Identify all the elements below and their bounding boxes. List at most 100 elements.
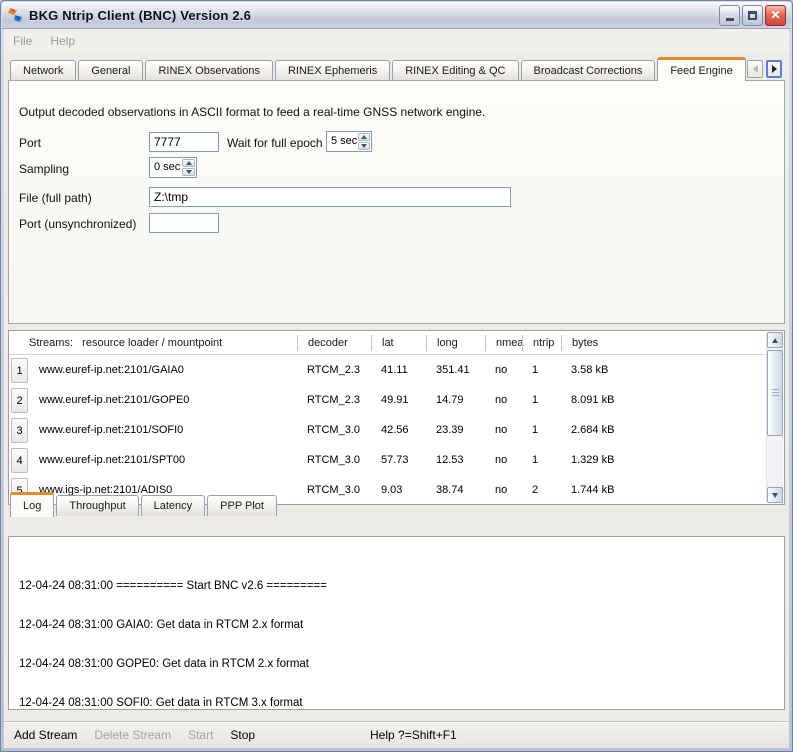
log-text: 12-04-24 08:31:00 ========== Start BNC v… [9, 537, 784, 710]
spin-up-button[interactable] [358, 133, 370, 141]
cell-bytes: 1.744 kB [561, 484, 784, 496]
scroll-grip-icon [772, 389, 779, 390]
column-header-decoder[interactable]: decoder [297, 335, 371, 351]
table-row[interactable]: 2 www.euref-ip.net:2101/GOPE0 RTCM_2.3 4… [9, 385, 784, 415]
cell-nmea: no [485, 424, 522, 436]
cell-nmea: no [485, 394, 522, 406]
cell-lat: 41.11 [371, 364, 426, 376]
port-unsynchronized-input[interactable] [149, 213, 219, 233]
cell-mountpoint: www.euref-ip.net:2101/SPT00 [31, 454, 297, 466]
row-number[interactable]: 4 [11, 448, 28, 473]
cell-lat: 42.56 [371, 424, 426, 436]
feed-engine-panel: Output decoded observations in ASCII for… [8, 80, 785, 324]
wait-for-full-epoch-value: 5 sec [327, 132, 357, 151]
spin-down-button[interactable] [182, 168, 195, 176]
help-shortcut-label: Help ?=Shift+F1 [370, 728, 457, 742]
stop-button[interactable]: Stop [230, 728, 255, 742]
column-header-lat[interactable]: lat [371, 335, 426, 351]
log-line: 12-04-24 08:31:00 GOPE0: Get data in RTC… [19, 658, 784, 671]
tab-log[interactable]: Log [10, 492, 54, 517]
sampling-label: Sampling [19, 162, 69, 176]
column-header-ntrip[interactable]: ntrip [522, 335, 561, 351]
maximize-button[interactable] [742, 5, 763, 26]
tab-rinex-observations[interactable]: RINEX Observations [145, 60, 272, 81]
log-tab-bar: Log Throughput Latency PPP Plot [10, 491, 279, 516]
table-row[interactable]: 1 www.euref-ip.net:2101/GAIA0 RTCM_2.3 4… [9, 355, 784, 385]
column-header-bytes[interactable]: bytes [561, 335, 784, 351]
port-unsynchronized-label: Port (unsynchronized) [19, 217, 136, 231]
tab-throughput[interactable]: Throughput [56, 495, 138, 516]
column-header-nmea[interactable]: nmea [485, 335, 522, 351]
scroll-thumb[interactable] [767, 350, 783, 436]
app-body: File Help Network General RINEX Observat… [4, 29, 789, 748]
cell-nmea: no [485, 454, 522, 466]
cell-bytes: 1.329 kB [561, 454, 784, 466]
row-number[interactable]: 1 [11, 358, 28, 383]
tab-rinex-ephemeris[interactable]: RINEX Ephemeris [275, 60, 390, 81]
cell-mountpoint: www.euref-ip.net:2101/GAIA0 [31, 364, 297, 376]
cell-lat: 9.03 [371, 484, 426, 496]
title-bar[interactable]: BKG Ntrip Client (BNC) Version 2.6 ✕ [2, 2, 791, 29]
port-input[interactable] [149, 132, 219, 152]
row-number[interactable]: 2 [11, 388, 28, 413]
tab-scroll-right-button[interactable] [766, 60, 782, 78]
table-scrollbar[interactable] [766, 332, 783, 503]
cell-decoder: RTCM_3.0 [297, 484, 371, 496]
bottom-button-bar: Add Stream Delete Stream Start Stop Help… [4, 721, 789, 748]
column-header-long[interactable]: long [426, 335, 485, 351]
row-number[interactable]: 3 [11, 418, 28, 443]
cell-bytes: 8.091 kB [561, 394, 784, 406]
panel-description: Output decoded observations in ASCII for… [19, 105, 485, 119]
cell-ntrip: 1 [522, 364, 561, 376]
arrow-down-icon [772, 493, 778, 498]
wait-for-full-epoch-label: Wait for full epoch [227, 136, 323, 150]
cell-decoder: RTCM_2.3 [297, 394, 371, 406]
cell-long: 14.79 [426, 394, 485, 406]
maximize-icon [748, 11, 757, 20]
streams-table-header: Streams: resource loader / mountpoint de… [9, 331, 784, 355]
menu-bar: File Help [4, 29, 789, 52]
sampling-spinbox[interactable]: 0 sec [149, 157, 197, 178]
chevron-left-icon [753, 65, 758, 73]
sampling-value: 0 sec [150, 158, 181, 177]
cell-ntrip: 2 [522, 484, 561, 496]
tab-general[interactable]: General [78, 60, 143, 81]
cell-bytes: 2.684 kB [561, 424, 784, 436]
tab-ppp-plot[interactable]: PPP Plot [207, 495, 277, 516]
table-row[interactable]: 3 www.euref-ip.net:2101/SOFI0 RTCM_3.0 4… [9, 415, 784, 445]
log-panel[interactable]: 12-04-24 08:31:00 ========== Start BNC v… [8, 536, 785, 710]
file-full-path-label: File (full path) [19, 191, 92, 205]
cell-ntrip: 1 [522, 454, 561, 466]
delete-stream-button[interactable]: Delete Stream [94, 728, 171, 742]
menu-help[interactable]: Help [41, 31, 84, 51]
tab-rinex-editing-qc[interactable]: RINEX Editing & QC [392, 60, 518, 81]
tab-network[interactable]: Network [10, 60, 76, 81]
file-full-path-input[interactable] [149, 187, 511, 207]
add-stream-button[interactable]: Add Stream [14, 728, 77, 742]
tab-latency[interactable]: Latency [141, 495, 206, 516]
cell-long: 38.74 [426, 484, 485, 496]
tab-feed-engine[interactable]: Feed Engine [657, 57, 745, 81]
menu-file[interactable]: File [4, 31, 41, 51]
arrow-up-icon [186, 161, 192, 165]
cell-decoder: RTCM_2.3 [297, 364, 371, 376]
log-line: 12-04-24 08:31:00 GAIA0: Get data in RTC… [19, 619, 784, 632]
tab-broadcast-corrections[interactable]: Broadcast Corrections [521, 60, 656, 81]
cell-long: 23.39 [426, 424, 485, 436]
scroll-down-button[interactable] [767, 487, 783, 503]
scroll-up-button[interactable] [767, 332, 783, 348]
cell-ntrip: 1 [522, 424, 561, 436]
log-line: 12-04-24 08:31:00 SOFI0: Get data in RTC… [19, 697, 784, 710]
table-row[interactable]: 4 www.euref-ip.net:2101/SPT00 RTCM_3.0 5… [9, 445, 784, 475]
close-button[interactable]: ✕ [765, 5, 786, 26]
spin-down-button[interactable] [358, 142, 370, 150]
window-title: BKG Ntrip Client (BNC) Version 2.6 [29, 8, 719, 23]
minimize-button[interactable] [719, 5, 740, 26]
spin-up-button[interactable] [182, 159, 195, 167]
tab-scroll-left-button[interactable] [747, 60, 763, 78]
streams-table: Streams: resource loader / mountpoint de… [8, 330, 785, 505]
column-header-mountpoint[interactable]: Streams: resource loader / mountpoint [9, 335, 297, 351]
start-button[interactable]: Start [188, 728, 213, 742]
wait-for-full-epoch-spinbox[interactable]: 5 sec [326, 131, 372, 152]
close-icon: ✕ [770, 8, 780, 22]
